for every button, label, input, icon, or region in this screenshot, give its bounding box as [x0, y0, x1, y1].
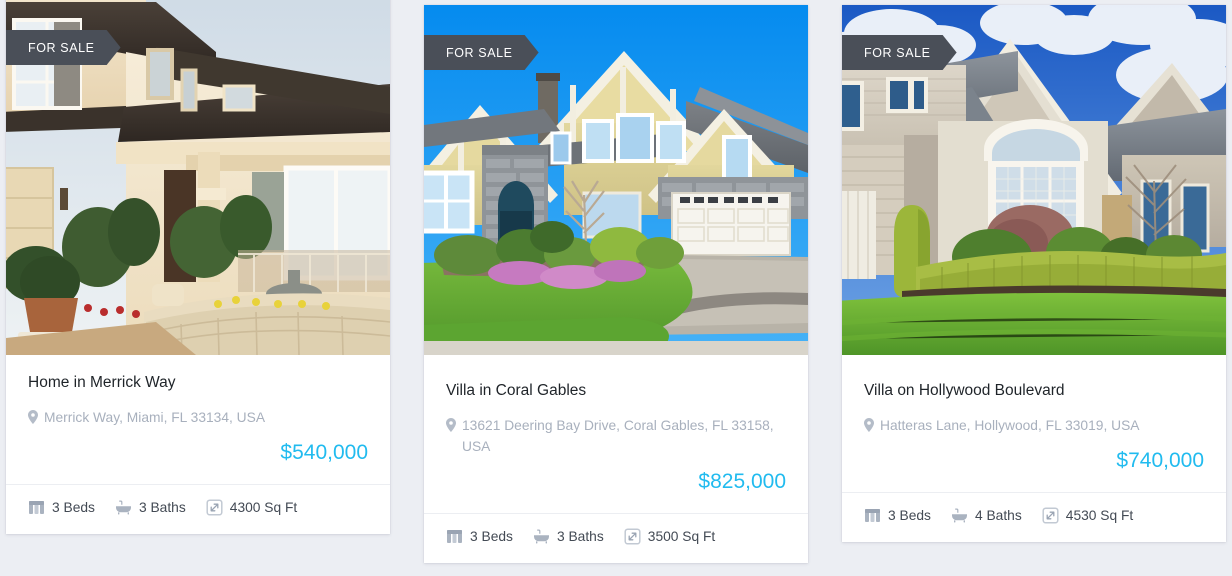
property-price: $540,000: [280, 441, 368, 464]
property-address: Hatteras Lane, Hollywood, FL 33019, USA: [864, 415, 1204, 436]
feature-beds: 3 Beds: [28, 499, 95, 516]
property-photo[interactable]: FOR SALE: [842, 5, 1226, 363]
map-pin-icon: [864, 418, 874, 432]
bathtub-icon: [951, 508, 967, 523]
feature-area: 4300 Sq Ft: [206, 499, 298, 516]
feature-beds-label: 3 Beds: [888, 508, 931, 523]
property-info: Home in Merrick Way Merrick Way, Miami, …: [6, 355, 390, 484]
property-address: 13621 Deering Bay Drive, Coral Gables, F…: [446, 415, 786, 457]
property-info: Villa in Coral Gables 13621 Deering Bay …: [424, 363, 808, 513]
bathtub-icon: [115, 500, 131, 515]
property-card[interactable]: FOR SALE Home in Merrick Way Merrick Way…: [6, 0, 390, 534]
for-sale-badge: FOR SALE: [6, 30, 121, 65]
bed-icon: [29, 501, 44, 514]
for-sale-badge: FOR SALE: [842, 35, 957, 70]
property-title[interactable]: Home in Merrick Way: [28, 373, 368, 393]
property-address: Merrick Way, Miami, FL 33134, USA: [28, 407, 368, 428]
property-price: $825,000: [698, 470, 786, 493]
feature-beds-label: 3 Beds: [52, 500, 95, 515]
property-listing-grid: FOR SALE Home in Merrick Way Merrick Way…: [0, 0, 1232, 576]
property-address-text: Merrick Way, Miami, FL 33134, USA: [44, 410, 266, 425]
feature-baths-label: 4 Baths: [974, 508, 1022, 523]
bathtub-icon: [533, 529, 549, 544]
area-expand-icon: [624, 528, 641, 545]
feature-beds: 3 Beds: [864, 507, 931, 524]
property-title[interactable]: Villa on Hollywood Boulevard: [864, 381, 1204, 401]
property-photo[interactable]: FOR SALE: [6, 0, 390, 355]
property-features: 3 Beds 3 Baths 3500 Sq Ft: [424, 513, 808, 563]
feature-area-label: 4300 Sq Ft: [229, 500, 298, 515]
feature-area-label: 4530 Sq Ft: [1065, 508, 1134, 523]
property-title[interactable]: Villa in Coral Gables: [446, 381, 786, 401]
feature-area: 3500 Sq Ft: [624, 528, 716, 545]
feature-beds: 3 Beds: [446, 528, 513, 545]
property-price: $740,000: [1116, 449, 1204, 472]
for-sale-badge: FOR SALE: [424, 35, 539, 70]
property-features: 3 Beds 4 Baths 4530 Sq Ft: [842, 492, 1226, 542]
bed-icon: [447, 530, 462, 543]
feature-baths: 3 Baths: [115, 499, 186, 516]
map-pin-icon: [28, 410, 38, 424]
map-pin-icon: [446, 418, 456, 432]
area-expand-icon: [206, 499, 223, 516]
feature-baths: 3 Baths: [533, 528, 604, 545]
feature-area: 4530 Sq Ft: [1042, 507, 1134, 524]
property-card[interactable]: FOR SALE Villa on Hollywood Boulevard Ha…: [842, 5, 1226, 542]
property-photo[interactable]: FOR SALE: [424, 5, 808, 363]
property-address-text: 13621 Deering Bay Drive, Coral Gables, F…: [462, 418, 774, 454]
property-info: Villa on Hollywood Boulevard Hatteras La…: [842, 363, 1226, 492]
feature-baths-label: 3 Baths: [556, 529, 604, 544]
feature-beds-label: 3 Beds: [470, 529, 513, 544]
property-address-text: Hatteras Lane, Hollywood, FL 33019, USA: [880, 418, 1140, 433]
feature-baths-label: 3 Baths: [138, 500, 186, 515]
feature-baths: 4 Baths: [951, 507, 1022, 524]
property-card[interactable]: FOR SALE Villa in Coral Gables 13621 Dee…: [424, 5, 808, 563]
property-features: 3 Beds 3 Baths 4300 Sq Ft: [6, 484, 390, 534]
area-expand-icon: [1042, 507, 1059, 524]
feature-area-label: 3500 Sq Ft: [647, 529, 716, 544]
bed-icon: [865, 509, 880, 522]
